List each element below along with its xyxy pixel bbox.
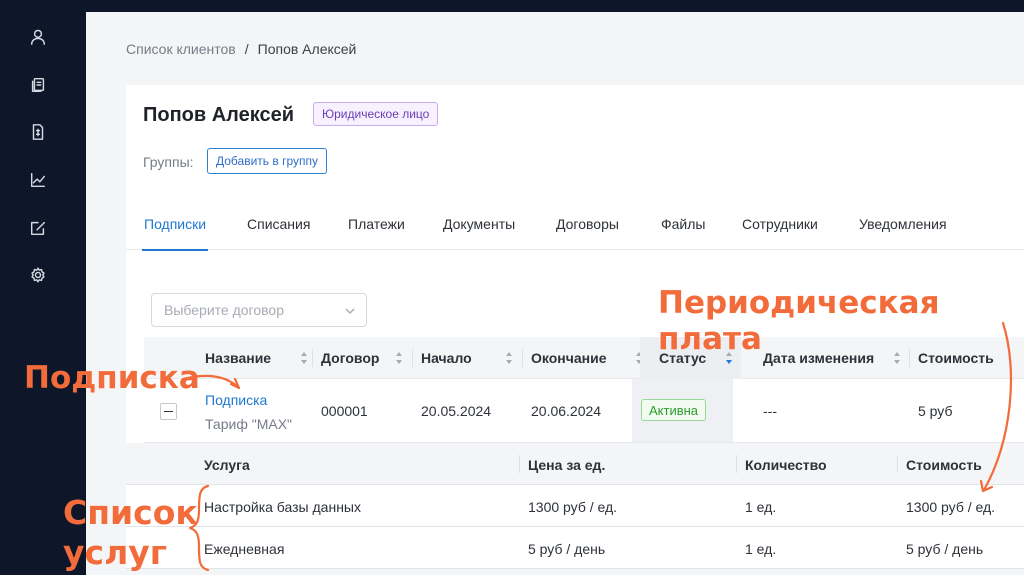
services-header: Услуга Цена за ед. Количество Стоимость <box>126 443 1024 485</box>
tab-employees[interactable]: Сотрудники <box>742 216 818 250</box>
tab-subscriptions[interactable]: Подписки <box>141 216 209 251</box>
annotation-periodic-fee: Периодическая плата <box>658 285 940 357</box>
services-column-qty: Количество <box>745 457 827 473</box>
tabs: Подписки Списания Платежи Документы Дого… <box>126 210 1024 251</box>
edit-icon[interactable] <box>28 218 48 238</box>
service-name: Настройка базы данных <box>204 499 361 515</box>
user-icon[interactable] <box>28 27 48 47</box>
subscription-cost: 5 руб <box>918 403 953 419</box>
services-table: Услуга Цена за ед. Количество Стоимость … <box>126 443 1024 575</box>
tariff-name: Тариф "MAX" <box>205 416 293 432</box>
tab-payments[interactable]: Платежи <box>348 216 405 250</box>
service-row: Настройка базы данных 1300 руб / ед. 1 е… <box>126 485 1024 527</box>
column-name[interactable]: Название <box>205 337 316 379</box>
start-date: 20.05.2024 <box>421 403 492 419</box>
column-name-label: Название <box>205 350 272 366</box>
service-price: 1300 руб / ед. <box>528 499 618 515</box>
service-qty: 1 ед. <box>745 499 777 515</box>
client-type-badge: Юридическое лицо <box>313 102 439 126</box>
sort-icon[interactable] <box>395 350 403 366</box>
status-badge: Активна <box>641 399 707 421</box>
changed-date: --- <box>763 403 777 419</box>
page-title: Попов Алексей <box>143 104 295 126</box>
breadcrumb-root[interactable]: Список клиентов <box>126 41 236 57</box>
column-start[interactable]: Начало <box>421 337 521 379</box>
annotation-service-list-line1: Список <box>63 493 198 532</box>
column-divider <box>519 455 520 473</box>
documents-icon[interactable] <box>28 75 48 95</box>
sort-icon[interactable] <box>300 350 308 366</box>
sidebar <box>0 0 86 575</box>
tab-notifications[interactable]: Уведомления <box>859 216 947 250</box>
contract-number: 000001 <box>321 403 368 419</box>
add-to-group-button[interactable]: Добавить в группу <box>207 148 327 174</box>
column-divider <box>522 349 523 367</box>
tab-documents[interactable]: Документы <box>443 216 515 250</box>
service-cost: 1300 руб / ед. <box>906 499 996 515</box>
breadcrumb-current: Попов Алексей <box>257 41 357 57</box>
service-price: 5 руб / день <box>528 541 606 557</box>
column-end[interactable]: Окончание <box>531 337 651 379</box>
collapse-row-button[interactable] <box>160 403 177 420</box>
table-row[interactable]: Подписка Тариф "MAX" 000001 20.05.2024 2… <box>144 379 1024 443</box>
services-column-service: Услуга <box>204 457 250 473</box>
tab-contracts[interactable]: Договоры <box>556 216 619 250</box>
breadcrumb: Список клиентов / Попов Алексей <box>126 41 356 57</box>
column-divider <box>736 455 737 473</box>
tab-files[interactable]: Файлы <box>661 216 705 250</box>
service-cost: 5 руб / день <box>906 541 984 557</box>
column-end-label: Окончание <box>531 350 607 366</box>
gear-icon[interactable] <box>28 265 48 285</box>
service-row: Ежедневная 5 руб / день 1 ед. 5 руб / де… <box>126 527 1024 569</box>
column-divider <box>897 455 898 473</box>
annotation-service-list-line2: услуг <box>63 533 167 572</box>
services-column-cost: Стоимость <box>906 457 982 473</box>
column-contract-label: Договор <box>321 350 380 366</box>
end-date: 20.06.2024 <box>531 403 602 419</box>
breadcrumb-separator: / <box>244 41 249 57</box>
column-start-label: Начало <box>421 350 472 366</box>
column-divider <box>312 349 313 367</box>
minus-icon <box>164 410 173 413</box>
sort-icon[interactable] <box>505 350 513 366</box>
subscription-link[interactable]: Подписка <box>205 392 267 408</box>
service-name: Ежедневная <box>204 541 285 557</box>
annotation-subscription: Подписка <box>24 360 200 396</box>
contract-select[interactable]: Выберите договор <box>151 293 367 327</box>
contract-select-placeholder: Выберите договор <box>164 302 284 318</box>
column-divider <box>412 349 413 367</box>
services-column-price: Цена за ед. <box>528 457 606 473</box>
invoice-icon[interactable] <box>28 122 48 142</box>
tab-charges[interactable]: Списания <box>247 216 310 250</box>
chevron-down-icon <box>345 308 355 314</box>
chart-icon[interactable] <box>28 170 48 190</box>
groups-label: Группы: <box>143 154 194 170</box>
service-qty: 1 ед. <box>745 541 777 557</box>
column-contract[interactable]: Договор <box>321 337 411 379</box>
